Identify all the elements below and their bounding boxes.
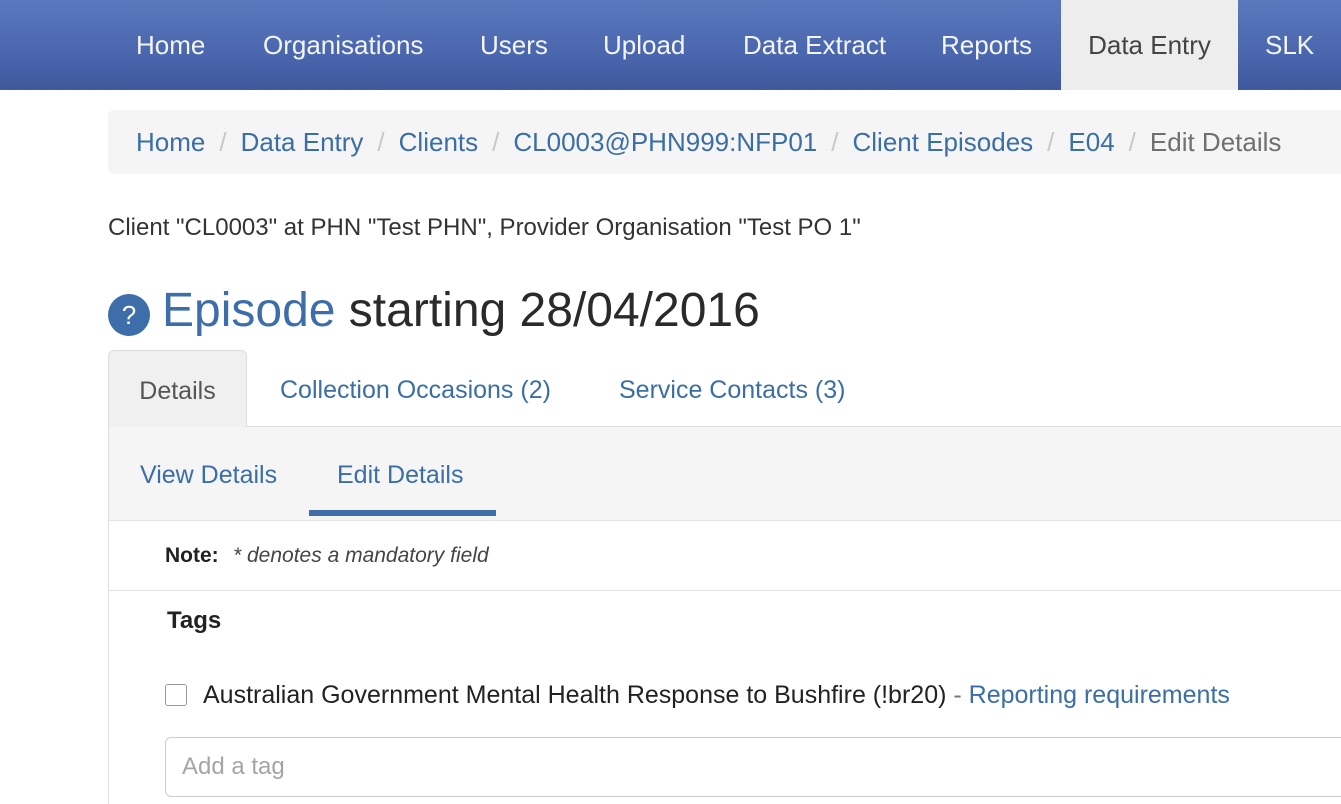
details-subnav: View Details Edit Details bbox=[109, 427, 1341, 521]
breadcrumb-separator: / bbox=[1128, 127, 1136, 157]
mandatory-note: Note: * denotes a mandatory field bbox=[109, 521, 1341, 591]
tab-service-contacts[interactable]: Service Contacts (3) bbox=[619, 350, 845, 426]
details-tab-content: View Details Edit Details Note: * denote… bbox=[108, 427, 1341, 804]
active-subnav-indicator bbox=[309, 510, 496, 516]
tab-details[interactable]: Details bbox=[108, 350, 247, 427]
breadcrumb-separator: / bbox=[831, 127, 839, 157]
breadcrumb-episode[interactable]: E04 bbox=[1068, 127, 1114, 157]
subnav-edit-details[interactable]: Edit Details bbox=[337, 427, 463, 520]
breadcrumb-clients[interactable]: Clients bbox=[399, 127, 478, 157]
tab-collection-occasions[interactable]: Collection Occasions (2) bbox=[280, 350, 551, 426]
episode-start-date: starting 28/04/2016 bbox=[335, 284, 760, 337]
reporting-requirements-link[interactable]: Reporting requirements bbox=[969, 681, 1230, 709]
help-icon[interactable]: ? bbox=[108, 294, 150, 336]
episode-link[interactable]: Episode bbox=[162, 284, 335, 337]
breadcrumb: Home / Data Entry / Clients / CL0003@PHN999:NF… bbox=[108, 110, 1341, 174]
episode-tabs-panel: Details Collection Occasions (2) Service… bbox=[108, 350, 1341, 804]
add-tag-input[interactable] bbox=[165, 737, 1341, 797]
top-navbar: Home Organisations Users Upload Data Ext… bbox=[0, 0, 1341, 90]
nav-upload[interactable]: Upload bbox=[603, 0, 685, 90]
tag-label-wrapper: Australian Government Mental Health Resp… bbox=[203, 675, 1230, 715]
breadcrumb-separator: / bbox=[377, 127, 385, 157]
breadcrumb-separator: / bbox=[219, 127, 227, 157]
tab-strip: Details Collection Occasions (2) Service… bbox=[108, 350, 1341, 427]
bushfire-tag-checkbox[interactable] bbox=[165, 684, 187, 706]
nav-home[interactable]: Home bbox=[136, 0, 205, 90]
breadcrumb-home[interactable]: Home bbox=[136, 127, 205, 157]
page-title-text: Episode starting 28/04/2016 bbox=[162, 280, 760, 342]
bushfire-tag-label[interactable]: Australian Government Mental Health Resp… bbox=[203, 681, 946, 709]
breadcrumb-current: Edit Details bbox=[1149, 127, 1282, 157]
breadcrumb-separator: / bbox=[1047, 127, 1055, 157]
breadcrumb-data-entry[interactable]: Data Entry bbox=[241, 127, 364, 157]
client-info: Client "CL0003" at PHN "Test PHN", Provi… bbox=[108, 214, 861, 241]
breadcrumb-client-id[interactable]: CL0003@PHN999:NFP01 bbox=[513, 127, 817, 157]
note-label: Note: bbox=[165, 544, 219, 567]
nav-users[interactable]: Users bbox=[480, 0, 548, 90]
subnav-view-details[interactable]: View Details bbox=[140, 427, 277, 520]
nav-slk[interactable]: SLK bbox=[1265, 0, 1314, 90]
nav-data-entry[interactable]: Data Entry bbox=[1061, 0, 1238, 90]
breadcrumb-separator: / bbox=[492, 127, 500, 157]
nav-organisations[interactable]: Organisations bbox=[263, 0, 423, 90]
note-text: * denotes a mandatory field bbox=[233, 544, 489, 567]
tag-dash: - bbox=[946, 681, 969, 709]
breadcrumb-client-episodes[interactable]: Client Episodes bbox=[853, 127, 1034, 157]
nav-data-extract[interactable]: Data Extract bbox=[743, 0, 886, 90]
nav-reports[interactable]: Reports bbox=[941, 0, 1032, 90]
tags-heading: Tags bbox=[167, 607, 222, 634]
